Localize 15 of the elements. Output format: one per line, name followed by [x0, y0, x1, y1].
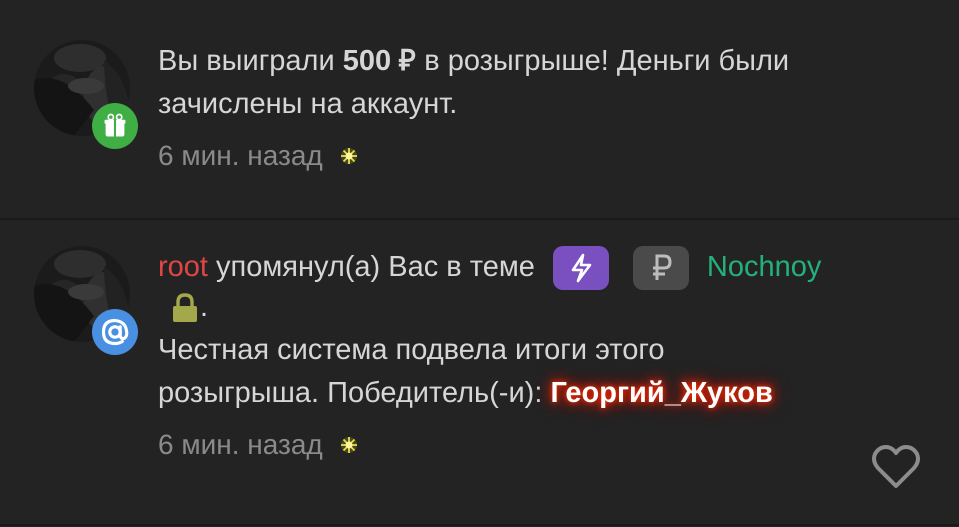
author-link[interactable]: root: [158, 251, 208, 284]
gift-icon: [92, 103, 138, 149]
notification-text: Вы выиграли 500 ₽ в розыгрыше! Деньги были зачислены на аккаунт.: [158, 44, 790, 122]
lightning-tag: [552, 246, 609, 290]
timestamp: 6 мин. назад: [158, 140, 323, 172]
ruble-tag: [632, 246, 689, 290]
period-text: .: [200, 290, 208, 325]
mention-text: упомянул(а) Вас в теме: [216, 250, 535, 285]
sparkle-icon: [338, 435, 359, 455]
timestamp: 6 мин. назад: [158, 429, 323, 461]
heart-icon[interactable]: [871, 444, 921, 490]
at-sign-icon: [92, 309, 138, 355]
sparkle-icon: [338, 146, 359, 166]
message-text: Честная система подвела итоги этого розыгрыша. Победитель(-и): Георгий_Жуков: [158, 333, 774, 411]
thread-link[interactable]: Nochnoy: [706, 251, 822, 284]
